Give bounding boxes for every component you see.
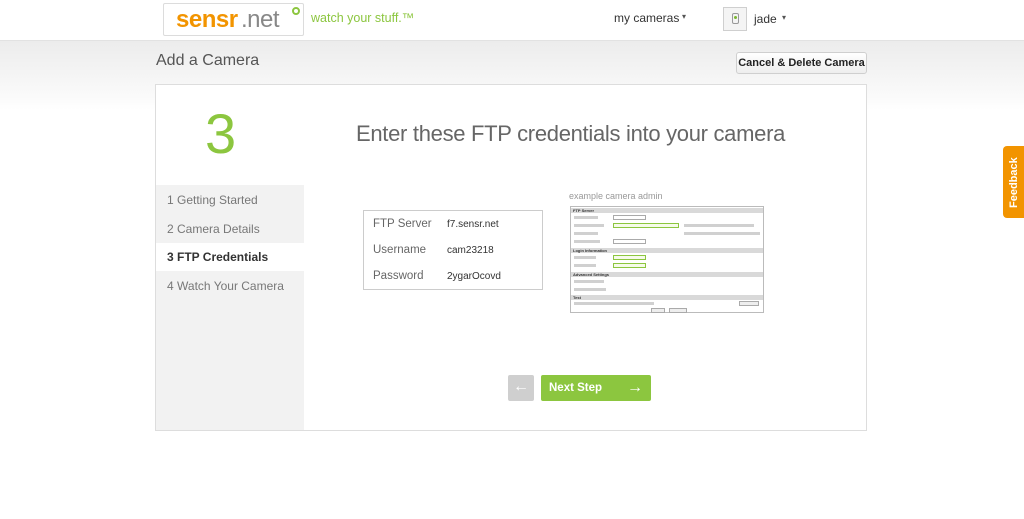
arrow-left-icon: ← <box>513 378 529 395</box>
wizard-heading: Enter these FTP credentials into your ca… <box>356 121 786 146</box>
step-getting-started[interactable]: 1 Getting Started <box>156 186 304 214</box>
example-section-bar: Login Information <box>571 248 763 253</box>
credential-row: Password 2ygarOcovd <box>364 270 544 296</box>
example-line <box>574 288 606 291</box>
sensr-logo[interactable]: sensr .net <box>163 3 304 36</box>
credential-row: Username cam23218 <box>364 244 544 270</box>
chevron-down-icon[interactable]: ▾ <box>682 12 686 21</box>
example-section-bar: FTP Server <box>571 208 763 213</box>
cancel-delete-camera-button[interactable]: Cancel & Delete Camera <box>736 52 867 74</box>
next-step-button[interactable]: Next Step → <box>541 375 651 401</box>
my-cameras-menu[interactable]: my cameras <box>614 11 679 25</box>
step-camera-details[interactable]: 2 Camera Details <box>156 215 304 243</box>
credential-label: Username <box>373 244 427 256</box>
credential-label: FTP Server <box>373 218 432 230</box>
current-step-number: 3 <box>205 102 237 165</box>
wizard-panel: 3 1 Getting Started 2 Camera Details 3 F… <box>155 84 867 431</box>
example-line <box>574 232 598 235</box>
credential-label: Password <box>373 270 424 282</box>
step-number-area: 3 <box>156 85 304 185</box>
example-button <box>651 308 665 313</box>
logo-suffix-text: .net <box>241 6 280 33</box>
credential-row: FTP Server f7.sensr.net <box>364 218 544 244</box>
top-bar: sensr .net watch your stuff.™ my cameras… <box>0 0 1024 40</box>
example-field <box>613 239 646 244</box>
example-line <box>574 224 604 227</box>
wizard-sidebar: 3 1 Getting Started 2 Camera Details 3 F… <box>156 85 304 430</box>
arrow-right-icon: → <box>627 379 643 396</box>
example-button <box>669 308 687 313</box>
example-camera-admin-label: example camera admin <box>569 191 663 201</box>
example-line <box>574 302 654 305</box>
example-line <box>574 280 604 283</box>
example-button <box>739 301 759 306</box>
example-field <box>613 263 646 268</box>
example-line <box>574 240 600 243</box>
example-section-bar: Advanced Settings <box>571 272 763 277</box>
user-menu[interactable]: jade <box>754 12 777 26</box>
page-title: Add a Camera <box>156 52 260 69</box>
example-field <box>613 215 646 220</box>
back-button[interactable]: ← <box>508 375 534 401</box>
step-watch-your-camera[interactable]: 4 Watch Your Camera <box>156 272 304 300</box>
tagline: watch your stuff.™ <box>311 11 415 25</box>
avatar[interactable] <box>723 7 747 31</box>
chevron-down-icon[interactable]: ▾ <box>782 13 786 22</box>
example-line <box>574 216 598 219</box>
example-line <box>574 256 596 259</box>
example-field <box>613 223 679 228</box>
example-line <box>684 224 754 227</box>
credential-value: cam23218 <box>447 245 494 256</box>
feedback-label: Feedback <box>1008 157 1020 208</box>
step-ftp-credentials[interactable]: 3 FTP Credentials <box>156 243 304 271</box>
example-camera-admin-image: FTP Server Login Information Advanced Se… <box>570 206 764 313</box>
example-line <box>574 264 596 267</box>
credential-value: f7.sensr.net <box>447 219 499 230</box>
example-line <box>684 232 760 235</box>
next-step-label: Next Step <box>549 382 603 394</box>
logo-main-text: sensr <box>176 6 238 33</box>
camera-icon <box>732 13 739 24</box>
logo-dot-icon <box>292 7 300 15</box>
example-section-bar: Test <box>571 295 763 300</box>
example-field <box>613 255 646 260</box>
ftp-credentials-box: FTP Server f7.sensr.net Username cam2321… <box>363 210 543 290</box>
credential-value: 2ygarOcovd <box>447 271 501 282</box>
feedback-tab[interactable]: Feedback <box>1003 146 1024 218</box>
